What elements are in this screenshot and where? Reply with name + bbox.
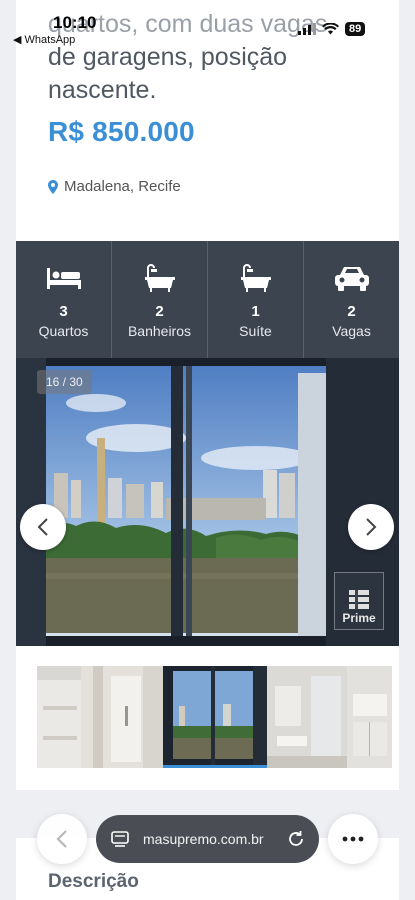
prime-logo-icon bbox=[349, 590, 369, 609]
thumbnail-image-active[interactable] bbox=[163, 666, 267, 768]
feature-suite: 1 Suíte bbox=[208, 241, 304, 358]
main-photo[interactable]: 16 / 30 Prime bbox=[16, 358, 399, 646]
bathtub-icon bbox=[144, 264, 175, 292]
wifi-icon bbox=[322, 23, 339, 35]
suite-bathtub-icon bbox=[240, 264, 271, 292]
feature-label: Banheiros bbox=[127, 323, 192, 339]
car-icon bbox=[334, 267, 369, 291]
chevron-left-icon bbox=[56, 830, 67, 848]
title-line-3: nascente. bbox=[48, 76, 157, 104]
browser-back-button[interactable] bbox=[37, 814, 87, 864]
feature-label: Quartos bbox=[38, 323, 89, 339]
thumbnail-window-view-photo bbox=[163, 666, 267, 765]
feature-value: 2 bbox=[347, 303, 356, 320]
map-pin-icon bbox=[48, 179, 58, 194]
chevron-left-icon bbox=[37, 518, 48, 536]
title-line-2: de garagens, posição bbox=[48, 43, 288, 71]
chevron-right-icon bbox=[366, 518, 377, 536]
feature-value: 3 bbox=[59, 303, 68, 320]
prime-label: Prime bbox=[342, 611, 376, 625]
thumbnail-image[interactable] bbox=[81, 666, 163, 768]
back-to-app-link[interactable]: ◀ WhatsApp bbox=[13, 33, 75, 46]
thumbnail-image[interactable] bbox=[37, 666, 81, 768]
feature-vagas: 2 Vagas bbox=[304, 241, 399, 358]
listing-location: Madalena, Recife bbox=[48, 178, 181, 195]
battery-level: 89 bbox=[345, 22, 366, 36]
feature-value: 2 bbox=[155, 303, 164, 320]
feature-label: Vagas bbox=[332, 323, 371, 339]
address-bar[interactable]: masupremo.com.br bbox=[96, 815, 319, 863]
thumbnail-image[interactable] bbox=[267, 666, 347, 768]
listing-price: R$ 850.000 bbox=[48, 116, 195, 147]
thumbnail-hallway-photo bbox=[81, 666, 163, 768]
status-time: 10:10 bbox=[53, 13, 97, 32]
signal-icon bbox=[298, 23, 316, 35]
more-dots-icon bbox=[342, 836, 364, 842]
page-menu-icon bbox=[111, 831, 129, 847]
thumbnail-bathroom-photo bbox=[267, 666, 347, 768]
status-icons: 89 bbox=[298, 22, 366, 36]
features-bar: 3 Quartos 2 Banheiros 1 Suíte 2 Vagas bbox=[16, 241, 399, 358]
more-options-button[interactable] bbox=[328, 814, 378, 864]
feature-quartos: 3 Quartos bbox=[16, 241, 112, 358]
photo-counter: 16 / 30 bbox=[37, 370, 92, 394]
prime-watermark: Prime bbox=[334, 572, 384, 630]
location-text: Madalena, Recife bbox=[64, 178, 181, 195]
thumbnail-kitchen-photo bbox=[347, 666, 392, 768]
bed-icon bbox=[46, 268, 81, 289]
feature-label: Suíte bbox=[239, 323, 272, 339]
thumbnail-image[interactable] bbox=[347, 666, 392, 768]
next-photo-button[interactable] bbox=[348, 504, 394, 550]
feature-banheiros: 2 Banheiros bbox=[112, 241, 208, 358]
url-text: masupremo.com.br bbox=[143, 831, 264, 847]
feature-value: 1 bbox=[251, 303, 260, 320]
reload-icon[interactable] bbox=[287, 830, 305, 848]
thumbnail-room-photo bbox=[37, 666, 81, 768]
thumbnail-strip bbox=[37, 666, 392, 768]
description-heading: Descrição bbox=[48, 871, 139, 892]
previous-photo-button[interactable] bbox=[20, 504, 66, 550]
